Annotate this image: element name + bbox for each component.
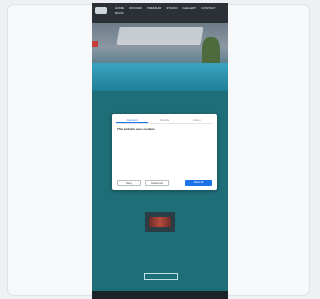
nav-item-premium[interactable]: PREMIUM — [147, 6, 161, 10]
nav-item-offices[interactable]: OFFICES — [129, 6, 142, 10]
hero-palm-tree — [202, 37, 220, 65]
tab-about[interactable]: About — [181, 117, 213, 123]
customize-button[interactable]: Customize — [145, 180, 169, 186]
main-nav: HOME OFFICES PREMIUM STUDIO GALLERY CONT… — [115, 6, 225, 15]
cookie-consent-dialog: Consent Details About This website uses … — [112, 114, 217, 190]
video-thumbnail[interactable] — [145, 212, 175, 232]
allow-all-button[interactable]: Allow all — [185, 180, 212, 186]
cookie-buttons: Deny Customize Allow all — [117, 180, 212, 186]
hero-image — [92, 23, 228, 91]
nav-item-book[interactable]: BOOK — [115, 11, 124, 15]
nav-item-gallery[interactable]: GALLERY — [183, 6, 197, 10]
deny-button[interactable]: Deny — [117, 180, 141, 186]
site-footer — [92, 291, 228, 299]
tab-details[interactable]: Details — [148, 117, 180, 123]
cookie-tabs: Consent Details About — [116, 117, 213, 124]
hero-pool — [92, 63, 228, 91]
hero-building-roof — [116, 27, 204, 45]
site-logo[interactable] — [95, 7, 107, 14]
nav-item-home[interactable]: HOME — [115, 6, 124, 10]
side-tab[interactable] — [92, 41, 98, 47]
cookie-dialog-title: This website uses cookies — [117, 127, 155, 131]
site-header: HOME OFFICES PREMIUM STUDIO GALLERY CONT… — [92, 3, 228, 23]
cta-button[interactable] — [144, 273, 178, 280]
tab-consent[interactable]: Consent — [116, 117, 149, 123]
nav-item-studio[interactable]: STUDIO — [166, 6, 177, 10]
video-thumbnail-image — [149, 217, 171, 227]
nav-item-contact[interactable]: CONTACT — [201, 6, 215, 10]
